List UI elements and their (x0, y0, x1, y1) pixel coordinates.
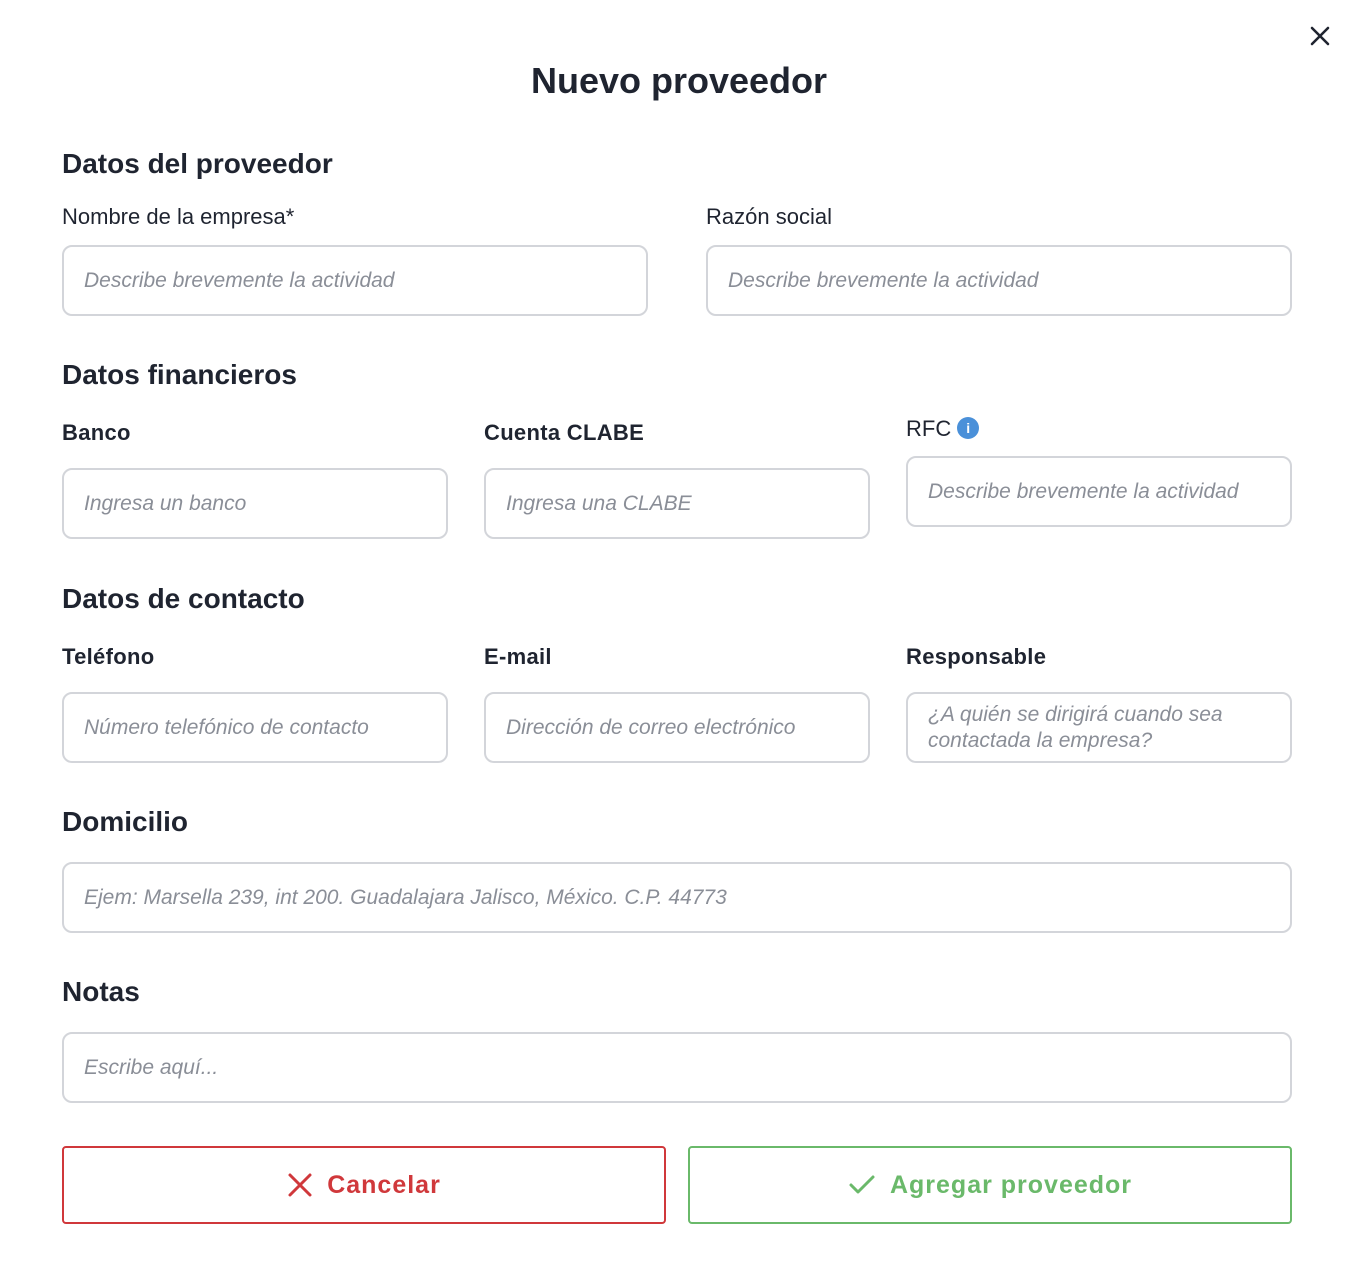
section-notes-title: Notas (62, 976, 140, 1007)
cancel-button-label: Cancelar (327, 1170, 441, 1199)
business-name-label: Razón social (706, 204, 832, 229)
add-provider-button-label: Agregar proveedor (889, 1170, 1133, 1199)
company-name-input[interactable]: Describe brevemente la actividad (62, 245, 648, 316)
business-name-input[interactable]: Describe brevemente la actividad (706, 245, 1292, 316)
bank-input[interactable]: Ingresa un banco (62, 468, 448, 539)
new-provider-modal: Nuevo proveedor Datos del proveedor Nomb… (0, 0, 1358, 1276)
notes-input[interactable]: Escribe aquí... (62, 1032, 1292, 1103)
info-icon[interactable]: i (957, 417, 980, 440)
rfc-label: RFC (906, 416, 952, 441)
add-provider-button[interactable]: Agregar proveedor (688, 1146, 1292, 1224)
bank-label: Banco (62, 420, 131, 445)
section-financial-title: Datos financieros (62, 359, 297, 390)
check-icon (849, 1175, 875, 1194)
rfc-input[interactable]: Describe brevemente la actividad (906, 456, 1292, 527)
modal-title: Nuevo proveedor (530, 60, 828, 101)
email-label: E-mail (484, 644, 552, 669)
phone-input[interactable]: Número telefónico de contacto (62, 692, 448, 763)
address-input[interactable]: Ejem: Marsella 239, int 200. Guadalajara… (62, 862, 1292, 933)
clabe-input[interactable]: Ingresa una CLABE (484, 468, 870, 539)
email-input[interactable]: Dirección de correo electrónico (484, 692, 870, 763)
responsible-label: Responsable (906, 644, 1047, 669)
section-provider-title: Datos del proveedor (62, 148, 333, 179)
close-button[interactable] (1306, 22, 1334, 50)
cancel-button[interactable]: Cancelar (62, 1146, 666, 1224)
close-icon (1310, 26, 1330, 46)
section-address-title: Domicilio (62, 806, 189, 837)
responsible-input[interactable]: ¿A quién se dirigirá cuando sea contacta… (906, 692, 1292, 763)
clabe-label: Cuenta CLABE (484, 420, 645, 445)
rfc-label-group: RFC i (906, 416, 980, 442)
phone-label: Teléfono (62, 644, 155, 669)
close-icon (288, 1173, 312, 1197)
section-contact-title: Datos de contacto (62, 583, 305, 614)
company-name-label: Nombre de la empresa* (62, 204, 295, 229)
